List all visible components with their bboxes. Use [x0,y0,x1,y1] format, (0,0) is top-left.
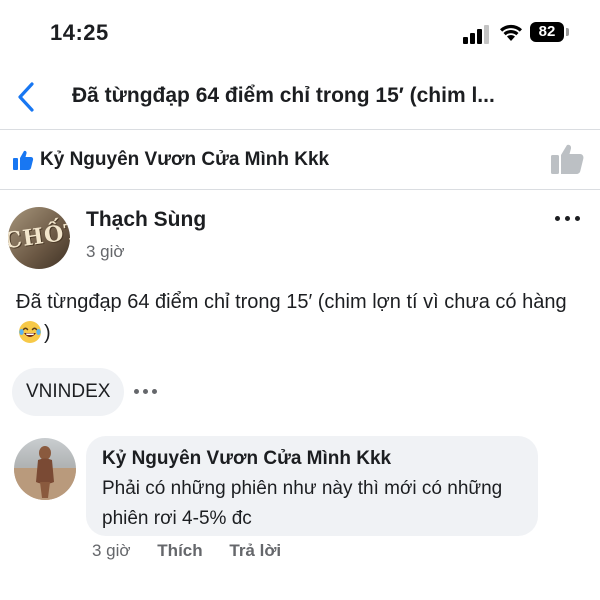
like-outline-icon[interactable] [550,142,586,176]
more-icon[interactable] [134,386,162,398]
comment-actions: 3 giờ Thích Trả lời [92,541,303,561]
status-bar: 14:25 82 [0,0,600,64]
page-title: Đã từngđạp 64 điểm chỉ trong 15′ (chim l… [72,84,495,107]
author-avatar[interactable]: CHỐT [8,207,70,269]
more-dot [575,216,580,221]
post-time: 3 giờ [86,242,125,261]
comment-author[interactable]: Kỷ Nguyên Vươn Cửa Mình Kkk [102,446,522,472]
thumbs-up-icon [13,150,34,170]
more-dot [555,216,560,221]
avatar-text: CHỐT [8,217,70,255]
signal-icon [463,25,489,44]
more-dot [565,216,570,221]
battery-icon: 82 [530,22,570,42]
post-body: Đã từngđạp 64 điểm chỉ trong 15′ (chim l… [16,287,586,349]
nav-header: Đã từngđạp 64 điểm chỉ trong 15′ (chim l… [0,64,600,130]
more-dot [134,389,139,394]
more-dot [143,389,148,394]
post-text: Đã từngđạp 64 điểm chỉ trong 15′ (chim l… [16,291,567,313]
group-row[interactable]: Kỷ Nguyên Vươn Cửa Mình Kkk [0,130,600,190]
comment-text: Phải có những phiên như này thì mới có n… [102,478,503,529]
more-icon[interactable] [555,213,583,225]
wifi-icon [500,24,522,41]
post-text-end: ) [44,322,51,344]
hashtag-chip[interactable]: VNINDEX [12,368,125,416]
battery-level: 82 [530,22,564,42]
comment-like-button[interactable]: Thích [157,541,202,560]
post-author[interactable]: Thạch Sùng [86,208,206,232]
avatar-photo [14,446,76,500]
battery-tip [566,28,569,36]
more-dot [152,389,157,394]
comment-time: 3 giờ [92,541,131,560]
laughing-emoji-icon [19,321,41,343]
comment-reply-button[interactable]: Trả lời [229,541,281,560]
commenter-avatar[interactable] [14,438,76,500]
comment-bubble[interactable]: Kỷ Nguyên Vươn Cửa Mình Kkk Phải có nhữn… [86,436,538,536]
back-chevron-icon[interactable] [14,80,40,114]
group-name[interactable]: Kỷ Nguyên Vươn Cửa Mình Kkk [40,149,329,171]
status-time: 14:25 [50,20,109,45]
